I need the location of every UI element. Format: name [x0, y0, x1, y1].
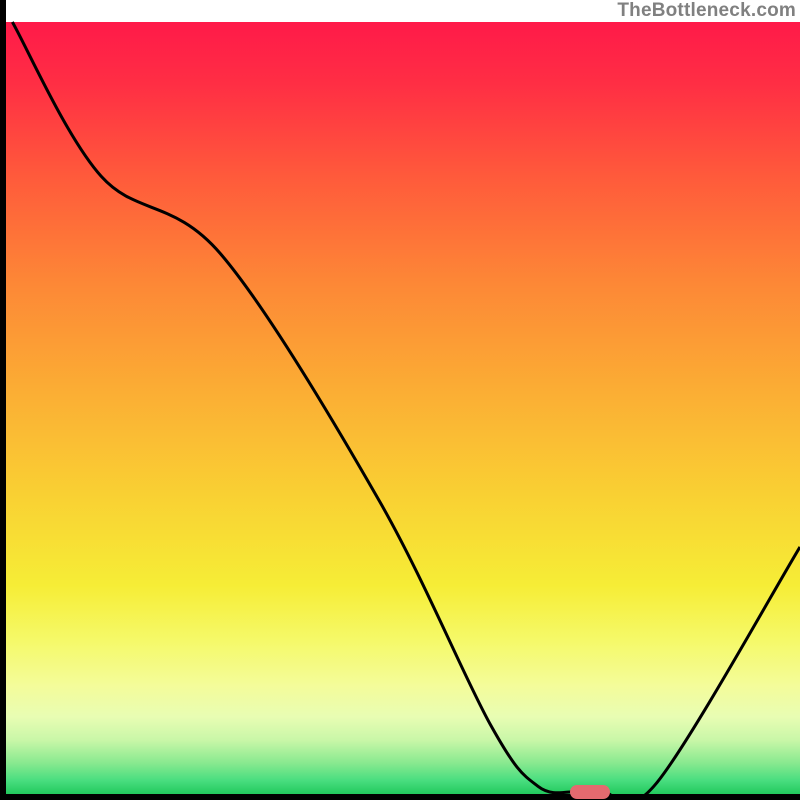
watermark-text: TheBottleneck.com — [617, 0, 796, 22]
optimal-point-marker — [570, 785, 610, 799]
chart-background-gradient — [6, 22, 800, 794]
